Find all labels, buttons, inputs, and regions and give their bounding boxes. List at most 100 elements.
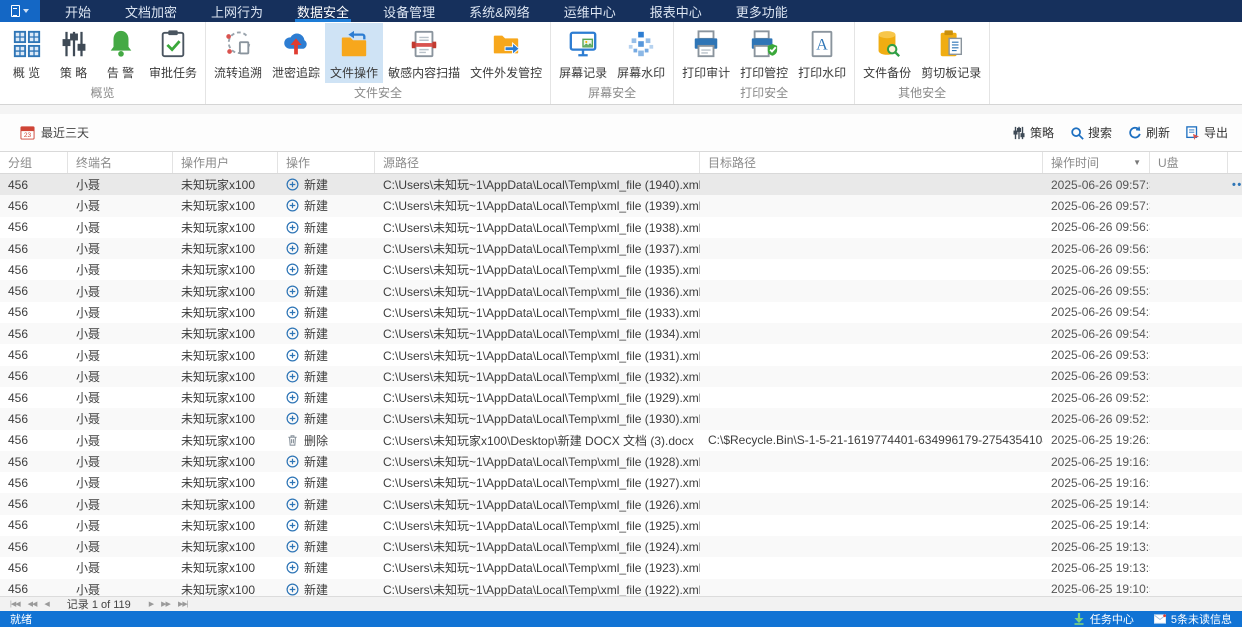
cell-source-path: C:\Users\未知玩~1\AppData\Local\Temp\xml_fi… — [375, 283, 700, 300]
menu-tab-data-security[interactable]: 数据安全 — [280, 0, 366, 22]
next-page-icon[interactable]: ▶ — [149, 600, 153, 608]
table-row[interactable]: 456小聂未知玩家x100新建C:\Users\未知玩~1\AppData\Lo… — [0, 259, 1242, 280]
cell-group: 456 — [0, 518, 68, 532]
fast-prev-icon[interactable]: ◀◀ — [28, 600, 37, 608]
menu-tab-device-management[interactable]: 设备管理 — [366, 0, 452, 22]
table-row[interactable]: 456小聂未知玩家x100新建C:\Users\未知玩~1\AppData\Lo… — [0, 515, 1242, 536]
cell-operation-user: 未知玩家x100 — [173, 474, 278, 491]
column-header-group[interactable]: 分组 — [0, 152, 68, 173]
cell-operation-user: 未知玩家x100 — [173, 517, 278, 534]
cell-terminal-name: 小聂 — [68, 176, 173, 193]
table-row[interactable]: 456小聂未知玩家x100新建C:\Users\未知玩~1\AppData\Lo… — [0, 344, 1242, 365]
table-row[interactable]: 456小聂未知玩家x100新建C:\Users\未知玩~1\AppData\Lo… — [0, 536, 1242, 557]
create-plus-icon — [286, 327, 299, 340]
cell-group: 456 — [0, 412, 68, 426]
date-range-filter[interactable]: 23 最近三天 — [20, 124, 89, 141]
table-row[interactable]: 456小聂未知玩家x100新建C:\Users\未知玩~1\AppData\Lo… — [0, 323, 1242, 344]
ribbon-button-policy[interactable]: 策 略 — [50, 23, 97, 83]
ribbon-button-flow-trace[interactable]: 流转追溯 — [209, 23, 267, 83]
table-row[interactable]: 456小聂未知玩家x100新建C:\Users\未知玩~1\AppData\Lo… — [0, 217, 1242, 238]
table-row[interactable]: 456小聂未知玩家x100新建C:\Users\未知玩~1\AppData\Lo… — [0, 472, 1242, 493]
cell-source-path: C:\Users\未知玩~1\AppData\Local\Temp\xml_fi… — [375, 453, 700, 470]
task-center-button[interactable]: 任务中心 — [1073, 611, 1134, 627]
ribbon-button-clipboard-record[interactable]: 剪切板记录 — [916, 23, 986, 83]
column-header-terminal[interactable]: 终端名 — [68, 152, 173, 173]
ribbon-group-print-security: 打印审计 打印管控 A 打印水印 打印安全 — [674, 22, 855, 104]
ribbon-button-alerts[interactable]: 告 警 — [97, 23, 144, 83]
table-row[interactable]: 456小聂未知玩家x100新建C:\Users\未知玩~1\AppData\Lo… — [0, 195, 1242, 216]
first-page-icon[interactable]: |◀◀ — [10, 600, 20, 608]
ribbon-group-label: 屏幕安全 — [554, 83, 670, 104]
ribbon-button-print-control[interactable]: 打印管控 — [735, 23, 793, 83]
menu-tab-more-features[interactable]: 更多功能 — [719, 0, 805, 22]
table-row[interactable]: 456小聂未知玩家x100新建C:\Users\未知玩~1\AppData\Lo… — [0, 493, 1242, 514]
create-plus-icon — [286, 221, 299, 234]
ribbon-button-file-backup[interactable]: 文件备份 — [858, 23, 916, 83]
table-row[interactable]: 456小聂未知玩家x100新建C:\Users\未知玩~1\AppData\Lo… — [0, 366, 1242, 387]
table-row[interactable]: 456小聂未知玩家x100新建C:\Users\未知玩~1\AppData\Lo… — [0, 451, 1242, 472]
column-header-source[interactable]: 源路径 — [375, 152, 700, 173]
column-header-target[interactable]: 目标路径 — [700, 152, 1043, 173]
overview-grid-icon — [12, 28, 42, 60]
export-button[interactable]: 导出 — [1186, 124, 1228, 141]
ribbon-button-file-operations[interactable]: 文件操作 — [325, 23, 383, 83]
ribbon-button-file-outgoing-control[interactable]: 文件外发管控 — [465, 23, 547, 83]
column-header-user[interactable]: 操作用户 — [173, 152, 278, 173]
cell-operation-user: 未知玩家x100 — [173, 389, 278, 406]
cell-source-path: C:\Users\未知玩~1\AppData\Local\Temp\xml_fi… — [375, 538, 700, 555]
column-header-time[interactable]: 操作时间▼ — [1043, 152, 1150, 173]
menu-tab-doc-encryption[interactable]: 文档加密 — [108, 0, 194, 22]
table-row[interactable]: 456小聂未知玩家x100新建C:\Users\未知玩~1\AppData\Lo… — [0, 238, 1242, 259]
policy-button[interactable]: 策略 — [1012, 124, 1054, 141]
menu-tab-ops-center[interactable]: 运维中心 — [547, 0, 633, 22]
table-row[interactable]: 456小聂未知玩家x100新建C:\Users\未知玩~1\AppData\Lo… — [0, 557, 1242, 578]
table-row[interactable]: 456小聂未知玩家x100新建C:\Users\未知玩~1\AppData\Lo… — [0, 302, 1242, 323]
column-header-actions — [1228, 152, 1242, 173]
cell-terminal-name: 小聂 — [68, 496, 173, 513]
table-row[interactable]: 456小聂未知玩家x100新建C:\Users\未知玩~1\AppData\Lo… — [0, 280, 1242, 301]
cell-source-path: C:\Users\未知玩~1\AppData\Local\Temp\xml_fi… — [375, 559, 700, 576]
cell-terminal-name: 小聂 — [68, 347, 173, 364]
ribbon-button-overview[interactable]: 概 览 — [3, 23, 50, 83]
table-row[interactable]: 456小聂未知玩家x100新建C:\Users\未知玩~1\AppData\Lo… — [0, 387, 1242, 408]
ribbon-button-leak-tracking[interactable]: 泄密追踪 — [267, 23, 325, 83]
ribbon-group-label: 其他安全 — [858, 83, 986, 104]
cell-operation-user: 未知玩家x100 — [173, 453, 278, 470]
table-row[interactable]: 456小聂未知玩家x100删除C:\Users\未知玩家x100\Desktop… — [0, 430, 1242, 451]
table-row[interactable]: 456小聂未知玩家x100新建C:\Users\未知玩~1\AppData\Lo… — [0, 174, 1242, 195]
table-row[interactable]: 456小聂未知玩家x100新建C:\Users\未知玩~1\AppData\Lo… — [0, 579, 1242, 596]
menu-tab-system-network[interactable]: 系统&网络 — [452, 0, 547, 22]
ribbon-button-screen-record[interactable]: 屏幕记录 — [554, 23, 612, 83]
time-filter-dropdown-icon[interactable]: ▼ — [1133, 158, 1141, 167]
menu-tab-web-behavior[interactable]: 上网行为 — [194, 0, 280, 22]
screen-record-icon — [568, 28, 598, 60]
ribbon-button-print-watermark[interactable]: A 打印水印 — [793, 23, 851, 83]
last-page-icon[interactable]: ▶▶| — [178, 600, 188, 608]
ribbon-button-sensitive-content-scan[interactable]: 敏感内容扫描 — [383, 23, 465, 83]
refresh-button[interactable]: 刷新 — [1128, 124, 1170, 141]
fast-next-icon[interactable]: ▶▶ — [161, 600, 170, 608]
row-more-actions-button[interactable]: ••• — [1228, 179, 1242, 191]
ribbon-group-screen-security: 屏幕记录 屏幕水印 屏幕安全 — [551, 22, 674, 104]
ribbon-button-approval-tasks[interactable]: 审批任务 — [144, 23, 202, 83]
cell-target-path: C:\$Recycle.Bin\S-1-5-21-1619774401-6349… — [700, 433, 1043, 447]
search-icon — [1070, 126, 1084, 140]
column-header-usb[interactable]: U盘 — [1150, 152, 1228, 173]
cell-terminal-name: 小聂 — [68, 240, 173, 257]
menu-tab-report-center[interactable]: 报表中心 — [633, 0, 719, 22]
table-row[interactable]: 456小聂未知玩家x100新建C:\Users\未知玩~1\AppData\Lo… — [0, 408, 1242, 429]
search-button[interactable]: 搜索 — [1070, 124, 1112, 141]
app-menu-button[interactable] — [0, 0, 40, 22]
column-header-operation[interactable]: 操作 — [278, 152, 375, 173]
status-ready-text: 就绪 — [10, 611, 32, 627]
cell-operation-time: 2025-06-25 19:14:57 — [1043, 497, 1150, 511]
prev-page-icon[interactable]: ◀ — [44, 600, 48, 608]
ribbon-button-screen-watermark[interactable]: 屏幕水印 — [612, 23, 670, 83]
cell-operation: 新建 — [278, 368, 375, 385]
cell-group: 456 — [0, 433, 68, 447]
menu-tab-home[interactable]: 开始 — [48, 0, 108, 22]
ribbon-button-print-audit[interactable]: 打印审计 — [677, 23, 735, 83]
filter-toolbar: 23 最近三天 策略 搜索 刷新 导出 — [0, 114, 1242, 151]
unread-messages-button[interactable]: 5条未读信息 — [1154, 611, 1232, 627]
leak-tracking-icon — [281, 28, 311, 60]
